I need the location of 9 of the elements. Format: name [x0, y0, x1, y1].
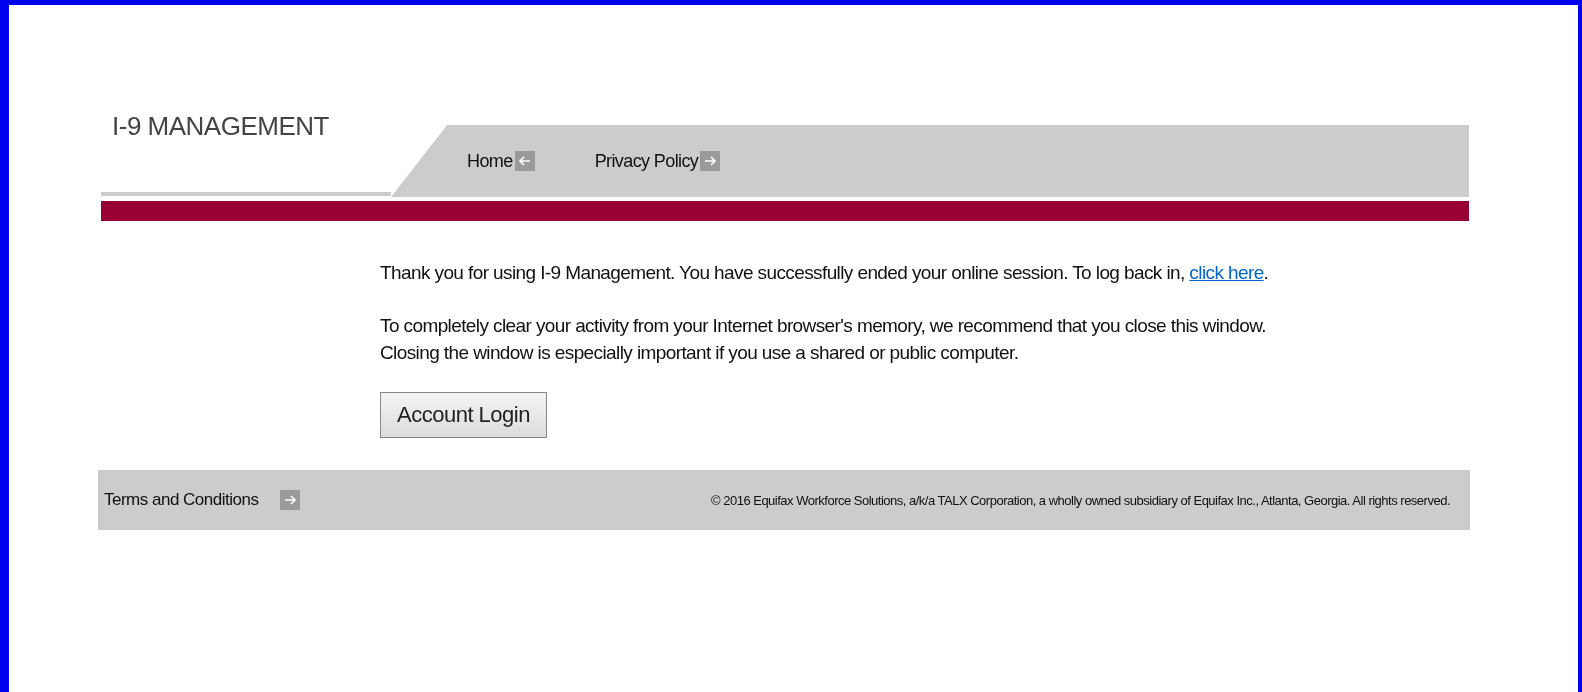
- copyright-text: © 2016 Equifax Workforce Solutions, a/k/a TALX Corporation, a wholly owned subsidiary of Equifax Inc., Atlanta, Georgia. All rights reserved.: [711, 492, 1450, 508]
- terms-link[interactable]: Terms and Conditions: [104, 490, 259, 510]
- account-login-button[interactable]: Account Login: [380, 392, 547, 438]
- browser-memory-notice: To completely clear your activity from your Internet browser's memory, we recommend that you close this window. Closing the window is especially important if you use a shared or public computer.: [380, 314, 1267, 365]
- click-here-link[interactable]: click here: [1189, 262, 1264, 283]
- logout-message: Thank you for using I-9 Management. You have successfully ended your online session. To log back in, click here.: [380, 261, 1270, 285]
- nav-link[interactable]: Home: [467, 150, 513, 172]
- nav-link[interactable]: Privacy Policy: [594, 150, 699, 172]
- site-title: I-9 MANAGEMENT: [112, 111, 330, 142]
